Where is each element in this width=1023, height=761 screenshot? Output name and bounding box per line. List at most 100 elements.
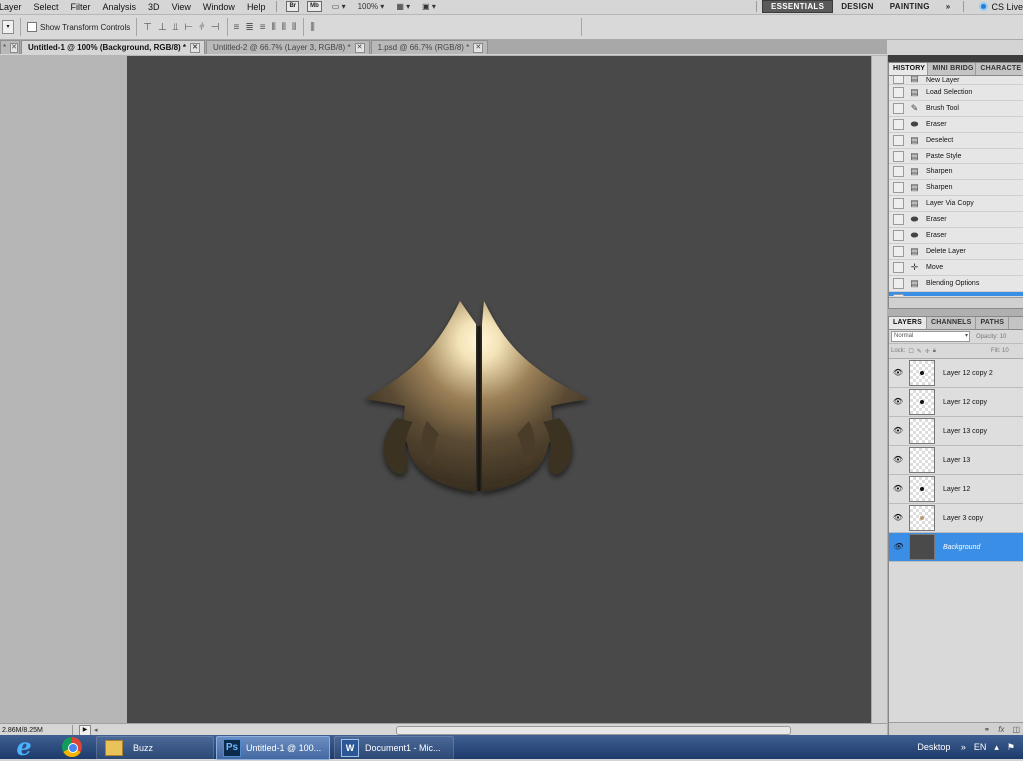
close-icon[interactable]: ✕ <box>190 43 200 53</box>
tab-layers[interactable]: LAYERS <box>889 317 927 329</box>
workspace-essentials[interactable]: ESSENTIALS <box>762 0 833 13</box>
distribute-hcenter-icon[interactable]: ⫴ <box>282 22 287 33</box>
history-snapshot-checkbox[interactable] <box>893 294 904 296</box>
menu-filter[interactable]: Filter <box>65 2 97 12</box>
flag-icon[interactable]: ⚑ <box>1007 742 1015 753</box>
history-state[interactable]: ▤Load Selection <box>889 85 1023 101</box>
history-state[interactable]: ▤Blending Options <box>889 276 1023 292</box>
menu-help[interactable]: Help <box>241 2 272 12</box>
visibility-eye-icon[interactable]: 👁︎ <box>892 367 904 379</box>
history-state[interactable]: ▤Delete Layer <box>889 292 1023 296</box>
align-right-icon[interactable]: ⊣ <box>211 22 221 33</box>
history-state[interactable]: ▤Sharpen <box>889 180 1023 196</box>
workspace-painting[interactable]: PAINTING <box>882 2 938 11</box>
history-state[interactable]: ✛Move <box>889 260 1023 276</box>
align-bottom-icon[interactable]: ⫫ <box>173 22 180 33</box>
layer-row[interactable]: 👁︎Layer 12 <box>889 475 1023 504</box>
history-snapshot-checkbox[interactable] <box>893 198 904 209</box>
layer-row[interactable]: 👁︎Layer 3 copy <box>889 504 1023 533</box>
layer-row[interactable]: 👁︎Layer 13 copy <box>889 417 1023 446</box>
taskbar-photoshop[interactable]: Ps Untitled-1 @ 100... <box>216 736 330 760</box>
align-hcenter-icon[interactable]: ⫩ <box>199 22 206 33</box>
history-snapshot-checkbox[interactable] <box>893 278 904 289</box>
cs-live-button[interactable]: CS Live <box>969 2 1023 12</box>
layer-style-icon[interactable]: fx <box>998 725 1004 734</box>
close-icon[interactable]: ✕ <box>10 43 18 53</box>
distribute-left-icon[interactable]: ⫴ <box>272 22 277 33</box>
tab-paths[interactable]: PATHS <box>976 317 1009 329</box>
layer-row[interactable]: 👁︎Layer 12 copy <box>889 388 1023 417</box>
visibility-eye-icon[interactable]: 👁︎ <box>892 483 904 495</box>
align-left-icon[interactable]: ⊢ <box>184 22 194 33</box>
history-snapshot-checkbox[interactable] <box>893 87 904 98</box>
history-state[interactable]: ▤Deselect <box>889 133 1023 149</box>
history-snapshot-checkbox[interactable] <box>893 214 904 225</box>
visibility-eye-icon[interactable]: 👁︎ <box>892 512 904 524</box>
align-top-icon[interactable]: ⊤ <box>143 22 153 33</box>
close-icon[interactable]: ✕ <box>355 43 365 53</box>
ie-launcher[interactable]: e <box>0 735 48 759</box>
taskbar-folder-buzz[interactable]: Buzz <box>96 736 214 760</box>
distribute-bottom-icon[interactable]: ≡ <box>260 22 267 33</box>
history-state[interactable]: ▤Delete Layer <box>889 244 1023 260</box>
menu-window[interactable]: Window <box>197 2 241 12</box>
distribute-right-icon[interactable]: ⫴ <box>292 22 297 33</box>
history-state[interactable]: ✎Brush Tool <box>889 101 1023 117</box>
desktop-toolbar[interactable]: Desktop » <box>917 742 966 752</box>
opacity-field[interactable]: Opacity: 10 <box>976 334 1006 340</box>
history-snapshot-checkbox[interactable] <box>893 166 904 177</box>
history-state[interactable]: ▤Layer Via Copy <box>889 196 1023 212</box>
status-menu-button[interactable]: ▶ <box>79 725 91 736</box>
visibility-eye-icon[interactable]: 👁︎ <box>892 454 904 466</box>
history-state[interactable]: ▤New Layer <box>889 76 1023 85</box>
layer-row[interactable]: 👁︎Background <box>889 533 1023 562</box>
layer-row[interactable]: 👁︎Layer 13 <box>889 446 1023 475</box>
history-state[interactable]: ⬬Eraser <box>889 228 1023 244</box>
history-snapshot-checkbox[interactable] <box>893 262 904 273</box>
panel-collapse-strip[interactable] <box>888 55 1023 62</box>
visibility-eye-icon[interactable]: 👁︎ <box>892 425 904 437</box>
tab-character[interactable]: CHARACTE <box>976 63 1023 75</box>
menu-select[interactable]: Select <box>28 2 65 12</box>
lock-position-icon[interactable]: ✛ <box>925 348 930 355</box>
history-snapshot-checkbox[interactable] <box>893 230 904 241</box>
tab-mini-bridge[interactable]: MINI BRIDG <box>928 63 976 75</box>
history-snapshot-checkbox[interactable] <box>893 151 904 162</box>
horizontal-scrollbar[interactable] <box>96 726 876 734</box>
history-snapshot-checkbox[interactable] <box>893 246 904 257</box>
zoom-level-dropdown[interactable]: 100% ▾ <box>358 2 385 11</box>
tab-untitled-1[interactable]: Untitled-1 @ 100% (Background, RGB/8) *✕ <box>21 40 205 54</box>
fill-field[interactable]: Fill: 10 <box>991 348 1009 354</box>
align-vcenter-icon[interactable]: ⊥ <box>158 22 168 33</box>
document-canvas[interactable] <box>127 56 871 723</box>
tab-1-psd[interactable]: 1.psd @ 66.7% (RGB/8) *✕ <box>371 40 489 54</box>
distribute-vcenter-icon[interactable]: ≣ <box>245 22 254 33</box>
history-snapshot-checkbox[interactable] <box>893 135 904 146</box>
menu-analysis[interactable]: Analysis <box>97 2 143 12</box>
screen-mode-icon[interactable]: ▣ ▾ <box>422 2 436 11</box>
tray-expand-icon[interactable]: ▴ <box>994 742 999 753</box>
layer-row[interactable]: 👁︎Layer 12 copy 2 <box>889 359 1023 388</box>
history-snapshot-checkbox[interactable] <box>893 119 904 130</box>
tab-channels[interactable]: CHANNELS <box>927 317 977 329</box>
taskbar-word[interactable]: W Document1 - Mic... <box>334 736 454 760</box>
history-state[interactable]: ⬬Eraser <box>889 117 1023 133</box>
history-snapshot-checkbox[interactable] <box>893 76 904 84</box>
lock-image-icon[interactable]: ✎ <box>917 348 922 355</box>
bridge-button[interactable]: Br <box>286 1 299 12</box>
visibility-eye-icon[interactable]: 👁︎ <box>892 396 904 408</box>
menu-view[interactable]: View <box>166 2 197 12</box>
screen-mode-dropdown[interactable]: ▭ ▾ <box>332 2 346 11</box>
auto-align-button[interactable]: ⫼ <box>310 22 316 33</box>
vertical-scrollbar[interactable] <box>871 56 888 723</box>
show-transform-checkbox[interactable] <box>27 22 37 32</box>
close-icon[interactable]: ✕ <box>473 43 483 53</box>
history-snapshot-checkbox[interactable] <box>893 182 904 193</box>
language-indicator[interactable]: EN <box>974 742 987 752</box>
horizontal-scroll-thumb[interactable] <box>396 726 791 735</box>
menu-3d[interactable]: 3D <box>142 2 166 12</box>
add-mask-icon[interactable]: ◫ <box>1012 725 1020 734</box>
visibility-eye-icon[interactable]: 👁︎ <box>892 541 904 553</box>
workspace-design[interactable]: DESIGN <box>833 2 881 11</box>
menu-layer[interactable]: Layer <box>0 2 28 12</box>
